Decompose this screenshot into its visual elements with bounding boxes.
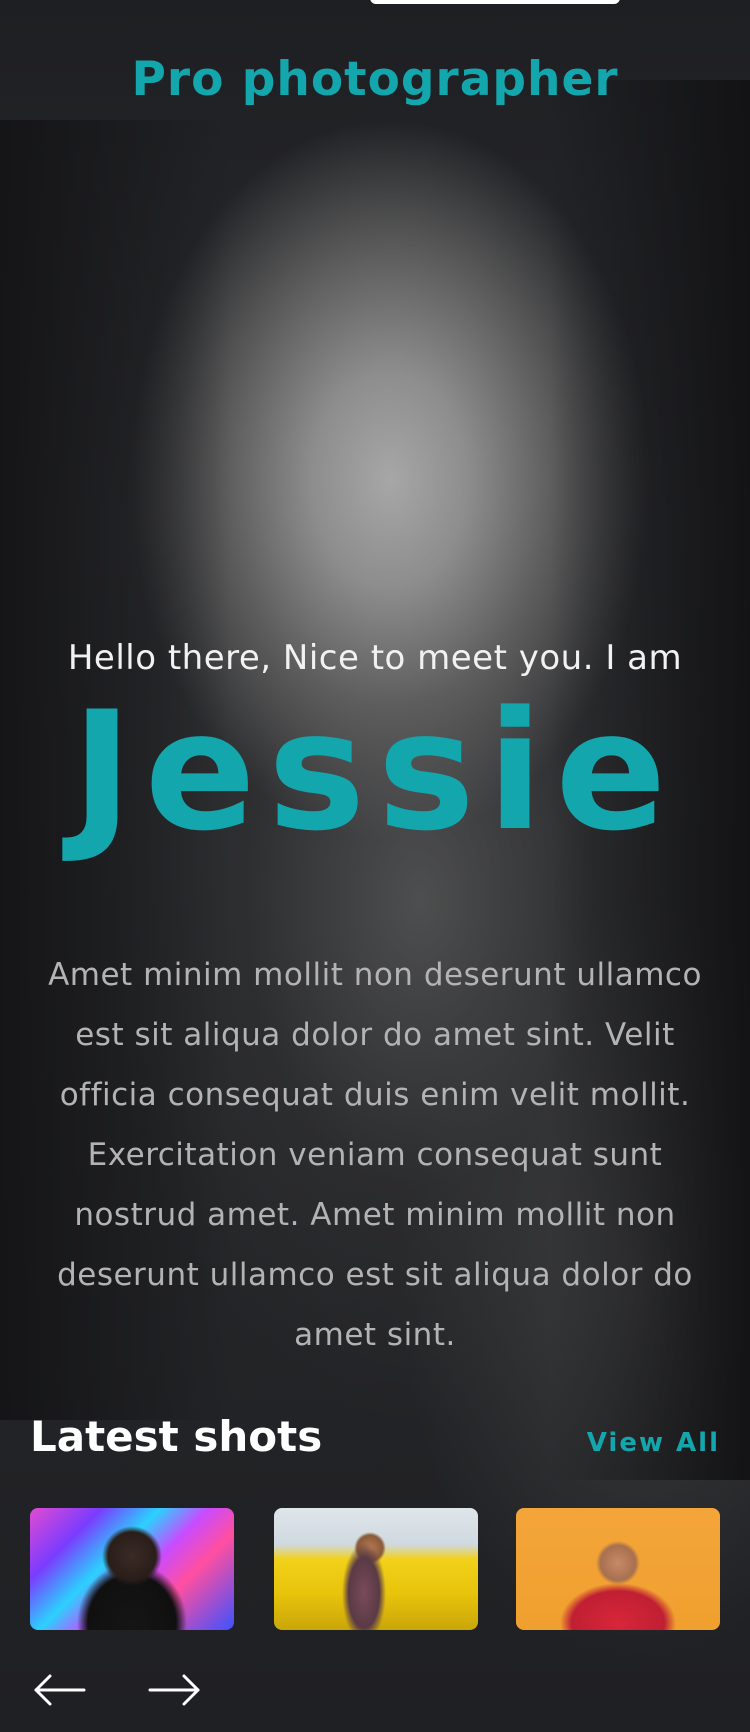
- hero-bio: Amet minim mollit non deserunt ullamco e…: [48, 957, 702, 1353]
- status-pill: [370, 0, 620, 4]
- shot-thumbnail-2[interactable]: [274, 1508, 478, 1630]
- latest-shots-heading: Latest shots: [30, 1412, 323, 1461]
- arrow-right-icon: [148, 1674, 200, 1706]
- hero-greeting: Hello there, Nice to meet you. I am: [67, 638, 683, 678]
- view-all-link[interactable]: View All: [587, 1428, 720, 1458]
- carousel-next-button[interactable]: [146, 1672, 202, 1708]
- shot-thumbnail-1[interactable]: [30, 1508, 234, 1630]
- hero-name: Jessie: [71, 676, 679, 867]
- page-title: Pro photographer: [131, 52, 619, 107]
- arrow-left-icon: [34, 1674, 86, 1706]
- shot-thumbnail-3[interactable]: [516, 1508, 720, 1630]
- carousel-prev-button[interactable]: [32, 1672, 88, 1708]
